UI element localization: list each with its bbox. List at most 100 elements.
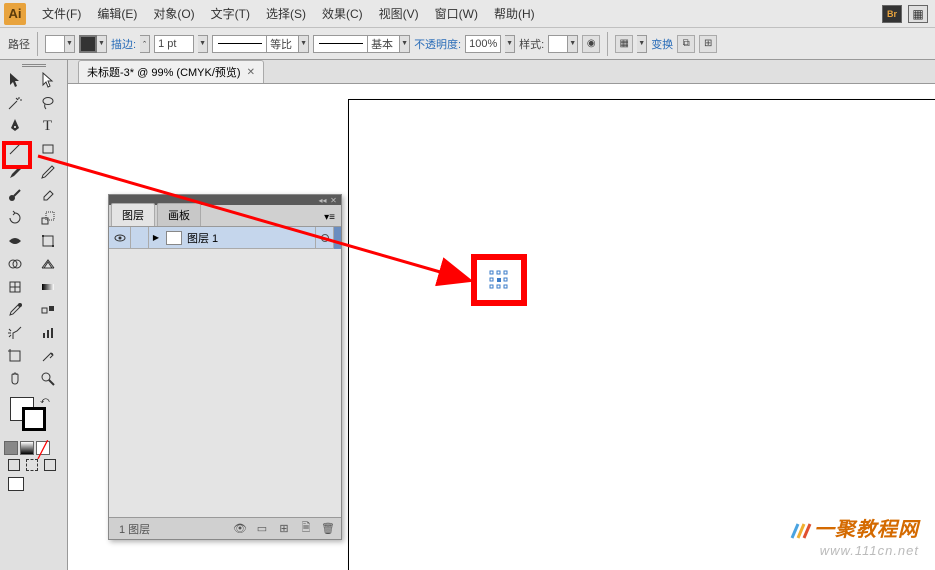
opacity-input[interactable]: 100%	[465, 35, 501, 53]
none-mode-icon[interactable]: ╱	[36, 441, 50, 455]
swap-fill-stroke-icon[interactable]: ⤺	[40, 395, 50, 406]
clip-mask-icon[interactable]: ▭	[253, 521, 271, 537]
mesh-tool[interactable]	[1, 276, 29, 298]
selection-tool[interactable]	[1, 69, 29, 91]
scale-tool[interactable]	[34, 207, 62, 229]
fill-stroke-controls: ⤺	[0, 395, 67, 439]
lock-toggle[interactable]	[131, 227, 149, 249]
selection-indicator[interactable]	[333, 227, 341, 249]
style-dd-icon[interactable]: ▼	[568, 35, 578, 53]
profile-label[interactable]: 基本	[368, 35, 400, 53]
stroke-color-swatch[interactable]	[22, 407, 46, 431]
layer-count-label: 1 图层	[113, 521, 227, 537]
layer-name-label[interactable]: 图层 1	[185, 230, 315, 246]
draw-inside-icon[interactable]	[44, 459, 56, 471]
line-tool[interactable]	[1, 138, 29, 160]
stroke-weight-dd-icon[interactable]: ▼	[198, 35, 208, 53]
artboard-tool[interactable]	[1, 345, 29, 367]
opacity-dd-icon[interactable]: ▼	[505, 35, 515, 53]
profile-preview[interactable]	[313, 35, 368, 53]
new-sublayer-icon[interactable]: ⊞	[275, 521, 293, 537]
stroke-dropdown-icon[interactable]: ▼	[97, 35, 107, 53]
extra-icon[interactable]: ⊞	[699, 35, 717, 53]
style-label: 样式:	[519, 36, 544, 52]
bridge-icon[interactable]: Br	[882, 5, 902, 23]
document-tab[interactable]: 未标题-3* @ 99% (CMYK/预览) ✕	[78, 60, 264, 83]
gradient-tool[interactable]	[34, 276, 62, 298]
visibility-toggle-icon[interactable]	[109, 227, 131, 249]
profile-dd-icon[interactable]: ▼	[400, 35, 410, 53]
expand-layer-icon[interactable]: ▶	[149, 233, 163, 242]
panel-tab-layers[interactable]: 图层	[111, 203, 155, 226]
pen-tool[interactable]	[1, 115, 29, 137]
target-icon[interactable]	[315, 227, 333, 249]
panel-tab-artboards[interactable]: 画板	[157, 203, 201, 226]
menu-help[interactable]: 帮助(H)	[486, 3, 543, 24]
perspective-grid-tool[interactable]	[34, 253, 62, 275]
stroke-dash-preview[interactable]	[212, 35, 267, 53]
shape-builder-tool[interactable]	[1, 253, 29, 275]
magic-wand-tool[interactable]	[1, 92, 29, 114]
panel-menu-icon[interactable]: ▾≡	[318, 209, 341, 226]
layer-thumbnail[interactable]	[166, 231, 182, 245]
close-tab-icon[interactable]: ✕	[247, 67, 255, 78]
slice-tool[interactable]	[34, 345, 62, 367]
draw-normal-icon[interactable]	[8, 459, 20, 471]
width-tool[interactable]	[1, 230, 29, 252]
style-swatch[interactable]	[548, 35, 568, 53]
eyedropper-tool[interactable]	[1, 299, 29, 321]
opacity-label[interactable]: 不透明度:	[414, 36, 461, 52]
delete-layer-icon[interactable]: 🗑	[319, 521, 337, 537]
eraser-tool[interactable]	[34, 184, 62, 206]
menu-object[interactable]: 对象(O)	[145, 3, 202, 24]
pencil-tool[interactable]	[34, 161, 62, 183]
rotate-tool[interactable]	[1, 207, 29, 229]
symbol-sprayer-tool[interactable]	[1, 322, 29, 344]
menu-select[interactable]: 选择(S)	[258, 3, 314, 24]
menu-effect[interactable]: 效果(C)	[314, 3, 371, 24]
type-tool[interactable]: T	[34, 115, 62, 137]
direct-selection-tool[interactable]	[34, 69, 62, 91]
blend-tool[interactable]	[34, 299, 62, 321]
free-transform-tool[interactable]	[34, 230, 62, 252]
paintbrush-tool[interactable]	[1, 161, 29, 183]
stroke-label[interactable]: 描边:	[111, 36, 136, 52]
new-layer-icon[interactable]: 🗎	[297, 521, 315, 537]
stroke-dash-dd-icon[interactable]: ▼	[299, 35, 309, 53]
canvas[interactable]: ◂◂ ✕ 图层 画板 ▾≡ ▶ 图层 1	[68, 84, 935, 570]
hand-tool[interactable]	[1, 368, 29, 390]
locate-object-icon[interactable]: 👁	[231, 521, 249, 537]
menu-window[interactable]: 窗口(W)	[427, 3, 486, 24]
column-graph-tool[interactable]	[34, 322, 62, 344]
lasso-tool[interactable]	[34, 92, 62, 114]
draw-behind-icon[interactable]	[26, 459, 38, 471]
stroke-weight-down-icon[interactable]: ⌃	[140, 35, 150, 53]
menu-edit[interactable]: 编辑(E)	[89, 3, 145, 24]
transform-link[interactable]: 变换	[651, 36, 673, 52]
menu-type[interactable]: 文字(T)	[203, 3, 258, 24]
color-mode-icon[interactable]	[4, 441, 18, 455]
align-dd-icon[interactable]: ▼	[637, 35, 647, 53]
align-icon[interactable]: ▦	[615, 35, 633, 53]
stroke-weight-input[interactable]: 1 pt	[154, 35, 194, 53]
isolate-icon[interactable]: ⧉	[677, 35, 695, 53]
stroke-swatch[interactable]	[79, 35, 97, 53]
panel-collapse-icon[interactable]: ◂◂	[318, 197, 327, 204]
blob-brush-tool[interactable]	[1, 184, 29, 206]
watermark: 一聚教程网 www.111cn.net	[790, 513, 919, 558]
panel-close-icon[interactable]: ✕	[329, 197, 338, 204]
stroke-dash-label[interactable]: 等比	[267, 35, 299, 53]
arrange-docs-icon[interactable]: ▦	[908, 5, 928, 23]
recolor-icon[interactable]: ◉	[582, 35, 600, 53]
screen-mode-icon[interactable]	[8, 477, 24, 491]
menu-file[interactable]: 文件(F)	[34, 3, 89, 24]
tool-palette: T ⤺	[0, 60, 68, 570]
menu-view[interactable]: 视图(V)	[371, 3, 427, 24]
rectangle-tool[interactable]	[34, 138, 62, 160]
fill-swatch[interactable]	[45, 35, 65, 53]
fill-dropdown-icon[interactable]: ▼	[65, 35, 75, 53]
gradient-mode-icon[interactable]	[20, 441, 34, 455]
layer-row[interactable]: ▶ 图层 1	[109, 227, 341, 249]
artboard[interactable]	[348, 99, 935, 570]
zoom-tool[interactable]	[34, 368, 62, 390]
